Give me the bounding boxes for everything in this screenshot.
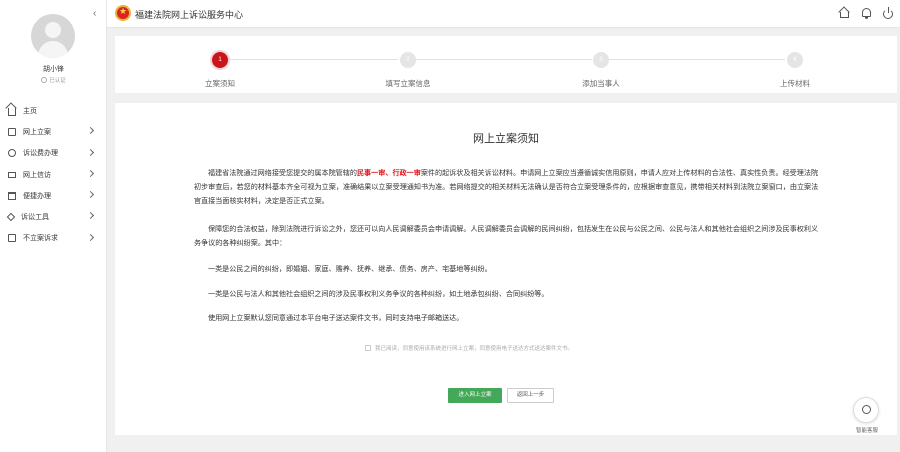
notice-paragraph-2: 保障您的合法权益，除到法院进行诉讼之外，您还可以向人民调解委员会申请调解。人民调… [194,225,819,247]
tool-icon [6,212,16,222]
sidebar-item-tools[interactable]: 诉讼工具 [0,206,107,227]
document-icon [8,127,16,136]
assistant-icon [862,405,871,414]
calendar-icon [8,191,16,200]
fee-icon [8,149,16,158]
step-3-circle: 3 [593,52,609,68]
sidebar-item-no-case[interactable]: 不立案诉求 [0,228,107,249]
bell-icon[interactable] [860,7,872,19]
notice-paragraph-3: 一类是公民之间的纠纷，即婚姻、家庭、赡养、抚养、继承、债务、房产、宅基地等纠纷。 [208,265,492,273]
app-title: 福建法院网上诉讼服务中心 [135,10,244,20]
chevron-right-icon [86,233,95,241]
verified-status: 已认证 [0,76,107,84]
avatar [31,14,75,58]
court-emblem-icon [115,5,131,21]
chevron-right-icon [86,212,95,220]
power-icon[interactable] [882,7,894,19]
step-4-circle: 4 [787,52,803,68]
back-button[interactable]: 返回上一步 [507,388,554,403]
step-connector [609,59,785,60]
step-3-label: 添加当事人 [582,79,620,88]
collapse-icon[interactable]: ‹ [93,8,96,19]
home-icon[interactable] [838,6,850,19]
chevron-right-icon [86,169,95,177]
step-connector [416,59,592,60]
notice-paragraph-1: 福建省法院通过网络接受您提交的属本院管辖的民事一审、行政一审案件的起诉状及相关诉… [194,169,819,205]
notice-panel: 网上立案须知 福建省法院通过网络接受您提交的属本院管辖的民事一审、行政一审案件的… [115,103,897,435]
step-1-circle: 1 [212,52,228,68]
no-case-icon [8,234,16,243]
highlight-admin: 行政一审 [392,169,421,177]
highlight-civil: 民事一审 [356,169,386,177]
assistant-button[interactable] [853,397,879,423]
agree-checkbox-row[interactable]: 我已阅读，同意使用该系统进行网上立案，同意使用电子送达方式送达案件文书。 [365,344,573,352]
sidebar-item-home[interactable]: 主页 [0,100,107,121]
step-1-label: 立案须知 [205,79,235,88]
progress-steps: 1 2 3 4 立案须知 填写立案信息 添加当事人 上传材料 [115,36,897,93]
top-bar: 福建法院网上诉讼服务中心 [107,0,900,28]
verified-icon [41,77,48,83]
chevron-right-icon [86,127,95,135]
step-4-label: 上传材料 [780,79,810,88]
assistant-label: 智能客服 [855,428,878,434]
sidebar-item-online-petition[interactable]: 网上信访 [0,164,107,185]
agree-label: 我已阅读，同意使用该系统进行网上立案，同意使用电子送达方式送达案件文书。 [375,346,574,352]
user-name: 胡小锋 [43,66,64,73]
page-title: 网上立案须知 [473,133,539,145]
agree-checkbox[interactable] [365,345,371,351]
step-2-label: 填写立案信息 [385,79,431,88]
sidebar-item-convenient[interactable]: 便捷办理 [0,185,107,206]
chevron-right-icon [86,191,95,199]
sidebar-item-online-filing[interactable]: 网上立案 [0,121,107,142]
notice-paragraph-5: 使用网上立案默认您同意通过本平台电子送达案件文书，同时支持电子邮箱送达。 [208,314,464,322]
notice-paragraph-4: 一类是公民与法人和其他社会组织之间的涉及民事权利义务争议的各种纠纷，如土地承包纠… [208,290,549,298]
step-connector [228,59,398,60]
sidebar-menu: 主页 网上立案 诉讼费办理 网上信访 便捷办理 诉讼工具 不立案诉求 [0,100,107,249]
sidebar-item-litigation-fee[interactable]: 诉讼费办理 [0,143,107,164]
enter-filing-button[interactable]: 进入网上立案 [448,388,502,403]
step-2-circle: 2 [400,52,416,68]
chevron-right-icon [86,148,95,156]
home-icon [8,107,16,116]
sidebar: ‹ 胡小锋 已认证 主页 网上立案 诉讼费办理 网上信访 便捷办理 诉讼工具 不… [0,0,107,452]
mail-icon [8,171,16,178]
